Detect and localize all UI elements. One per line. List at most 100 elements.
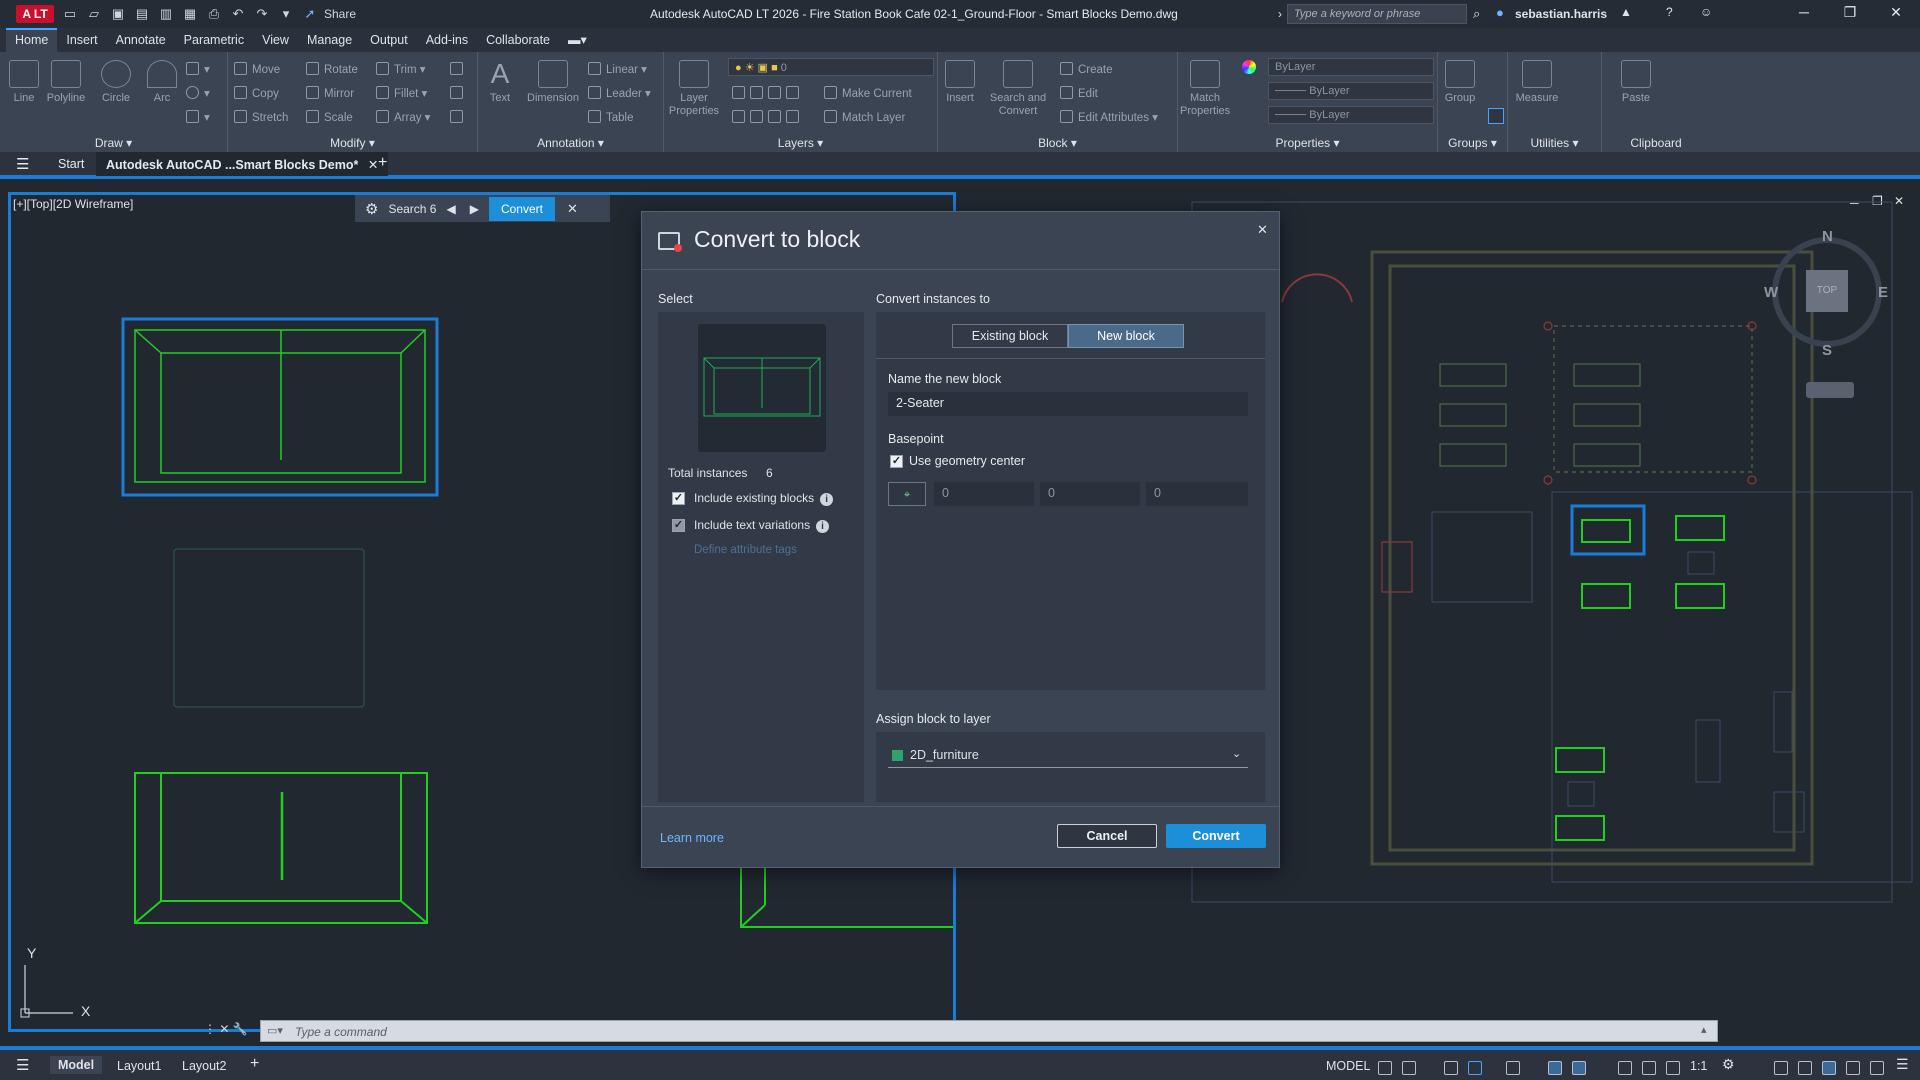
tab-manage[interactable]: Manage xyxy=(298,28,361,52)
linetype-dropdown[interactable]: ──── ByLayer xyxy=(1268,82,1434,100)
stretch-button[interactable]: Stretch xyxy=(234,110,288,124)
text-tool[interactable]: A Text xyxy=(478,60,522,105)
basepoint-x-input[interactable]: 0 xyxy=(934,482,1034,506)
fillet-button[interactable]: Fillet ▾ xyxy=(376,86,427,100)
new-tab-icon[interactable]: + xyxy=(378,154,387,172)
explode-button[interactable] xyxy=(450,86,468,100)
close-window-button[interactable]: ✕ xyxy=(1882,4,1910,24)
lineweight-dropdown[interactable]: ──── ByLayer xyxy=(1268,106,1434,124)
tab-output[interactable]: Output xyxy=(361,28,417,52)
dimension-tool[interactable]: Dimension xyxy=(524,60,582,105)
annotation-scale-value[interactable]: 1:1 xyxy=(1690,1059,1707,1073)
layout-menu-icon[interactable]: ☰ xyxy=(16,1056,29,1074)
undo-icon[interactable]: ↶ xyxy=(228,4,248,24)
layer-properties-tool[interactable]: Layer Properties xyxy=(668,60,720,118)
tab-view[interactable]: View xyxy=(253,28,298,52)
close-tab-icon[interactable]: ✕ xyxy=(368,158,378,172)
dialog-close-icon[interactable]: ✕ xyxy=(1257,222,1268,238)
trim-button[interactable]: Trim ▾ xyxy=(376,62,426,76)
linear-button[interactable]: Linear ▾ xyxy=(588,62,647,76)
basepoint-y-input[interactable]: 0 xyxy=(1040,482,1140,506)
scale-button[interactable]: Scale xyxy=(306,110,353,124)
info-icon[interactable]: i xyxy=(816,520,830,533)
workspace-gear-icon[interactable]: ⚙ xyxy=(1722,1056,1735,1073)
layer-tools-row2[interactable] xyxy=(732,110,804,124)
model-space-button[interactable]: MODEL xyxy=(1326,1059,1370,1073)
layers-panel-title[interactable]: Layers ▾ xyxy=(664,136,937,150)
pick-point-button[interactable]: ⌖ xyxy=(888,482,926,506)
redo-icon[interactable]: ↷ xyxy=(252,4,272,24)
command-line[interactable]: ▭▾ Type a command ▴ xyxy=(260,1020,1718,1042)
make-current-button[interactable]: Make Current xyxy=(824,86,912,100)
use-geometry-center-checkbox[interactable]: ✓ xyxy=(890,455,903,468)
search-and-convert-tool[interactable]: Search and Convert xyxy=(988,60,1048,118)
isolate-objects-icon[interactable] xyxy=(1846,1061,1860,1075)
polyline-tool[interactable]: Polyline xyxy=(44,60,88,105)
group-tool[interactable]: Group xyxy=(1438,60,1482,105)
view-cube-top-face[interactable]: TOP xyxy=(1806,270,1848,312)
layer-dropdown[interactable]: ● ☀ ▣ ■ 0 xyxy=(728,58,934,76)
auto-scale-icon[interactable] xyxy=(1642,1061,1656,1075)
command-input[interactable]: Type a command xyxy=(295,1025,387,1039)
layer-select-dropdown[interactable]: 2D_furniture ⌄ xyxy=(888,742,1248,768)
insert-block-tool[interactable]: Insert xyxy=(938,60,982,105)
customize-dropdown-icon[interactable]: ▾ xyxy=(276,4,296,24)
open-file-icon[interactable]: ▱ xyxy=(84,4,104,24)
layout2-tab[interactable]: Layout2 xyxy=(182,1059,226,1073)
command-history-icon[interactable]: ▭▾ xyxy=(267,1024,283,1037)
quick-properties-icon[interactable] xyxy=(1822,1061,1836,1075)
minimize-window-button[interactable]: ─ xyxy=(1790,4,1818,24)
color-wheel-icon[interactable] xyxy=(1242,60,1256,74)
compass-east[interactable]: E xyxy=(1878,284,1888,301)
array-button[interactable]: Array ▾ xyxy=(376,110,430,124)
offset-button[interactable] xyxy=(450,110,468,124)
feedback-icon[interactable]: ☺ xyxy=(1700,5,1712,19)
user-account-menu[interactable]: sebastian.harris xyxy=(1515,7,1607,21)
region-tool[interactable]: ▾ xyxy=(186,110,210,124)
compass-north[interactable]: N xyxy=(1822,228,1833,245)
mirror-button[interactable]: Mirror xyxy=(306,86,354,100)
create-block-button[interactable]: Create xyxy=(1060,62,1113,76)
draw-panel-title[interactable]: Draw ▾ xyxy=(0,136,227,150)
annotation-panel-title[interactable]: Annotation ▾ xyxy=(478,136,663,150)
wcs-menu[interactable] xyxy=(1806,382,1854,398)
keyword-search-input[interactable]: Type a keyword or phrase xyxy=(1287,4,1467,24)
units-icon[interactable] xyxy=(1798,1061,1812,1075)
hatch-tool[interactable]: ▾ xyxy=(186,86,210,100)
autocad-logo[interactable]: A LT xyxy=(16,5,54,23)
tab-home[interactable]: Home xyxy=(6,28,58,52)
grid-icon[interactable] xyxy=(1378,1061,1392,1075)
toolbar-convert-button[interactable]: Convert xyxy=(488,196,555,221)
annotation-monitor-icon[interactable] xyxy=(1774,1061,1788,1075)
include-existing-blocks-checkbox[interactable]: ✓ xyxy=(672,492,685,505)
circle-tool[interactable]: Circle xyxy=(94,60,138,105)
groups-panel-title[interactable]: Groups ▾ xyxy=(1438,136,1507,150)
start-tab[interactable]: Start xyxy=(58,157,84,171)
snap-icon[interactable] xyxy=(1402,1061,1416,1075)
copy-button[interactable]: Copy xyxy=(234,86,279,100)
existing-block-toggle[interactable]: Existing block xyxy=(952,324,1068,348)
search-icon[interactable]: ⌕ xyxy=(1473,6,1480,22)
publish-icon[interactable]: ▥ xyxy=(156,4,176,24)
previous-arrow-icon[interactable]: ◀ xyxy=(446,202,455,216)
edit-attributes-button[interactable]: Edit Attributes ▾ xyxy=(1060,110,1158,124)
paste-tool[interactable]: Paste xyxy=(1614,60,1658,105)
edit-block-button[interactable]: Edit xyxy=(1060,86,1098,100)
properties-panel-title[interactable]: Properties ▾ xyxy=(1178,136,1437,150)
user-icon[interactable]: ● xyxy=(1496,5,1504,20)
help-icon[interactable]: ? xyxy=(1666,5,1673,19)
table-button[interactable]: Table xyxy=(588,110,634,124)
arc-tool[interactable]: Arc xyxy=(140,60,184,105)
ortho-icon[interactable] xyxy=(1444,1061,1458,1075)
group-select-icon[interactable] xyxy=(1488,108,1504,124)
share-icon[interactable]: ➚ xyxy=(300,4,320,24)
command-line-grip[interactable]: ⋮ ✕ 🔧 xyxy=(204,1022,248,1036)
leader-button[interactable]: Leader ▾ xyxy=(588,86,651,100)
info-icon[interactable]: i xyxy=(820,493,834,506)
customization-menu-icon[interactable]: ☰ xyxy=(1896,1056,1909,1073)
toolbar-close-icon[interactable]: ✕ xyxy=(567,201,578,217)
selection-cycling-icon[interactable] xyxy=(1572,1061,1586,1075)
layout1-tab[interactable]: Layout1 xyxy=(117,1059,161,1073)
isodraft-icon[interactable] xyxy=(1506,1061,1520,1075)
rectangle-tool[interactable]: ▾ xyxy=(186,62,210,76)
